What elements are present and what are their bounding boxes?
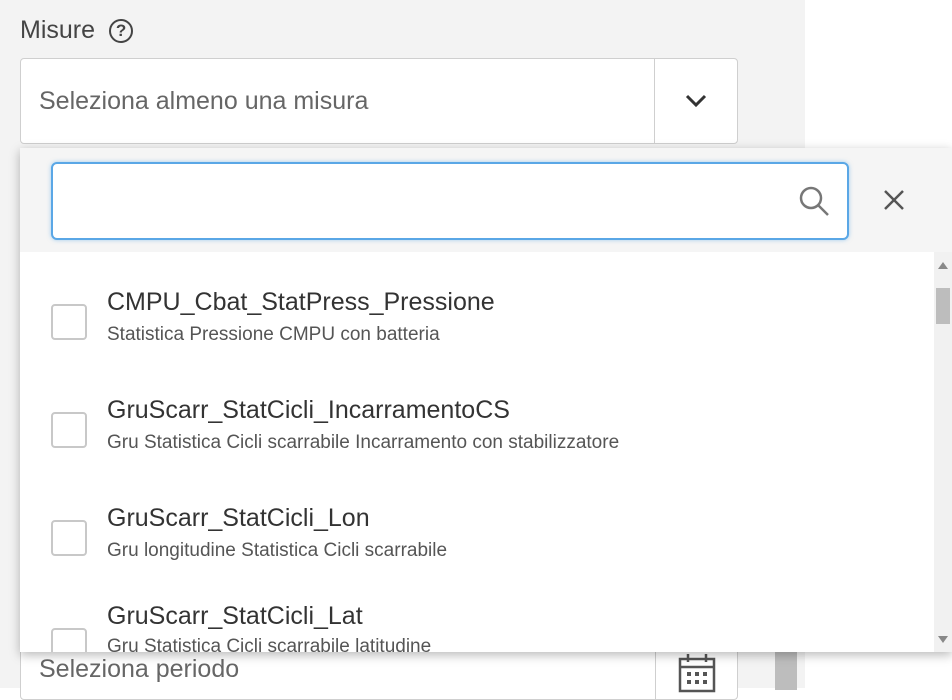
measures-dropdown: CMPU_Cbat_StatPress_Pressione Statistica… [20,148,952,652]
list-item[interactable]: GruScarr_StatCicli_IncarramentoCS Gru St… [20,390,934,500]
help-icon[interactable]: ? [109,18,134,43]
measures-select[interactable]: Seleziona almeno una misura [20,58,738,144]
measures-select-placeholder: Seleziona almeno una misura [39,86,369,115]
list-item[interactable]: GruScarr_StatCicli_Lat Gru Statistica Ci… [20,602,934,652]
panel-scrollbar[interactable] [775,650,797,690]
item-title: GruScarr_StatCicli_Lat [107,602,363,630]
list-item[interactable]: GruScarr_StatCicli_Lon Gru longitudine S… [20,498,934,608]
measures-select-toggle[interactable] [654,59,737,143]
list-scrollbar[interactable] [934,252,952,652]
search-field[interactable] [51,162,849,240]
checkbox[interactable] [51,520,87,556]
item-subtitle: Gru Statistica Cicli scarrabile Incarram… [107,432,620,453]
item-subtitle: Statistica Pressione CMPU con batteria [107,324,440,345]
measures-label-text: Misure [20,16,96,44]
item-subtitle: Gru Statistica Cicli scarrabile latitudi… [107,636,432,652]
item-title: CMPU_Cbat_StatPress_Pressione [107,288,495,316]
scroll-down-arrow-icon[interactable] [934,630,952,648]
dropdown-search-bar [20,148,952,252]
measures-list: CMPU_Cbat_StatPress_Pressione Statistica… [20,252,934,652]
item-subtitle: Gru longitudine Statistica Cicli scarrab… [107,540,448,561]
close-icon[interactable] [882,188,906,212]
scroll-up-arrow-icon[interactable] [934,256,952,274]
item-title: GruScarr_StatCicli_Lon [107,504,370,532]
search-input[interactable] [53,164,771,240]
checkbox[interactable] [51,628,87,652]
search-icon[interactable] [797,184,831,218]
checkbox[interactable] [51,304,87,340]
scroll-thumb[interactable] [936,288,950,324]
item-title: GruScarr_StatCicli_IncarramentoCS [107,396,510,424]
chevron-down-icon [685,94,707,108]
checkbox[interactable] [51,412,87,448]
measures-label: Misure ? [20,16,134,45]
calendar-icon [678,654,715,693]
list-item[interactable]: CMPU_Cbat_StatPress_Pressione Statistica… [20,282,934,392]
